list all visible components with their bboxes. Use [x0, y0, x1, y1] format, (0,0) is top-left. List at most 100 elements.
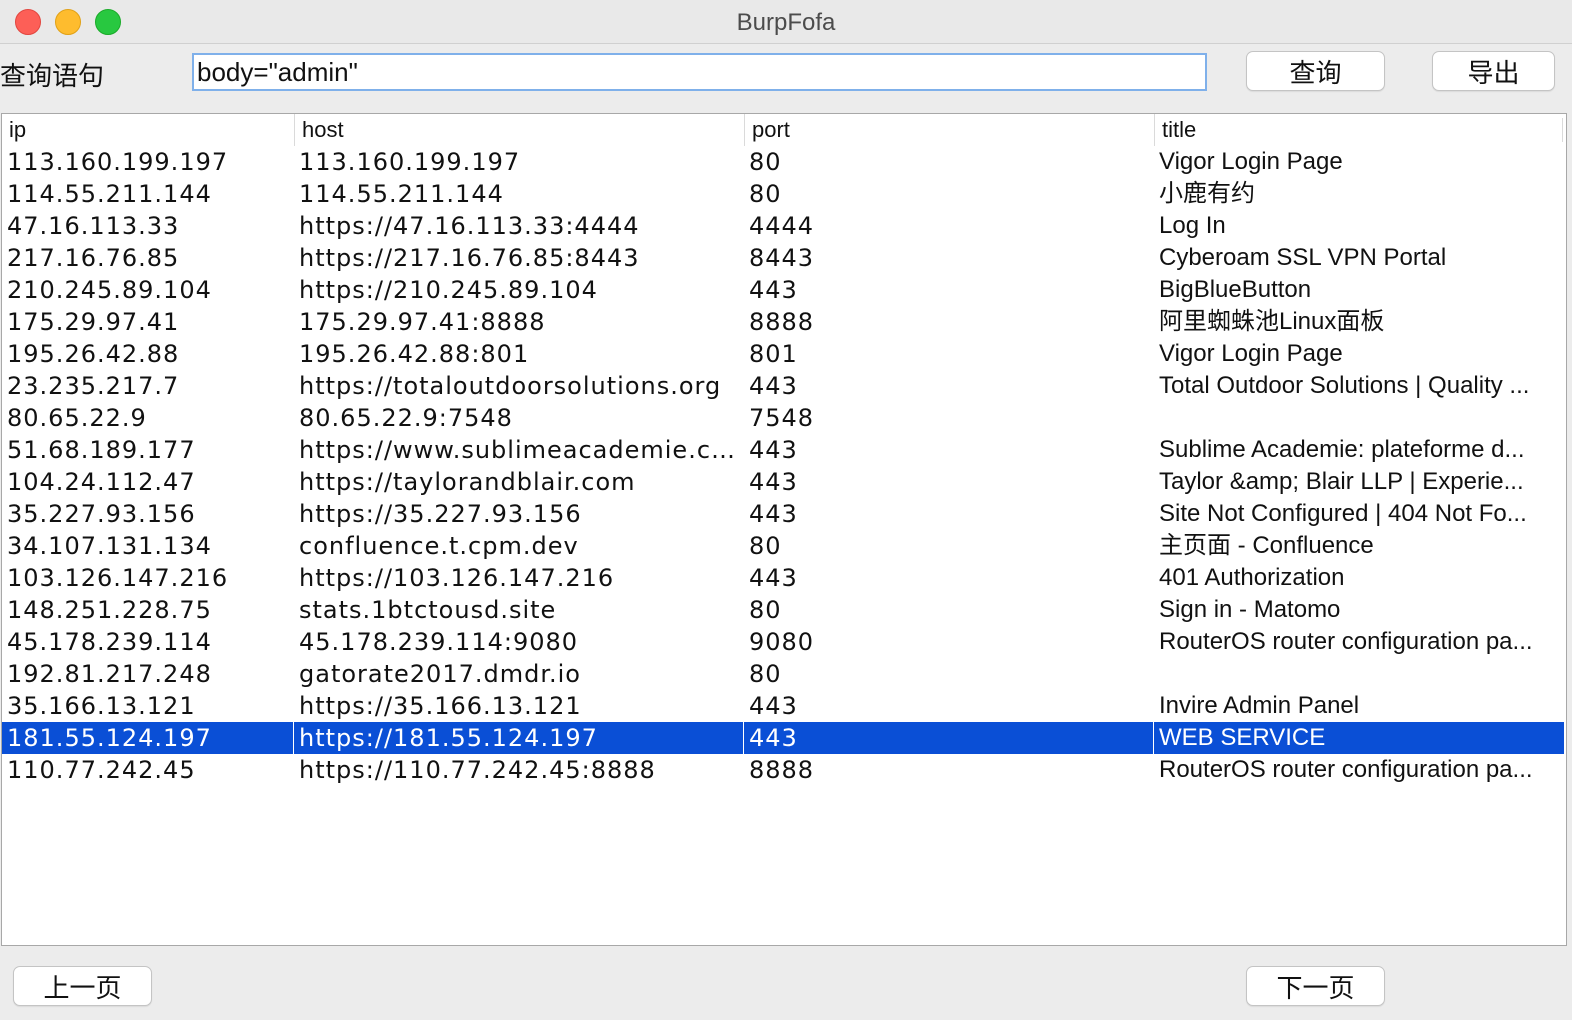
cell-ip: 113.160.199.197 [7, 148, 229, 176]
cell-port: 80 [749, 148, 782, 176]
cell-host: 80.65.22.9:7548 [299, 404, 513, 432]
cell-port: 80 [749, 180, 782, 208]
cell-host: https://217.16.76.85:8443 [299, 244, 640, 272]
table-row[interactable]: 217.16.76.85 https://217.16.76.85:8443 844… [2, 242, 1564, 274]
cell-port: 443 [744, 722, 1154, 754]
table-row[interactable]: 35.227.93.156 https://35.227.93.156 443 Sit… [2, 498, 1564, 530]
cell-title [1154, 658, 1564, 690]
cell-title [1154, 402, 1564, 434]
cell-host: https://103.126.147.216 [299, 564, 615, 592]
query-input[interactable] [192, 53, 1207, 91]
table-row[interactable]: 110.77.242.45 https://110.77.242.45:8888 8… [2, 754, 1564, 786]
cell-host: https://110.77.242.45:8888 [299, 756, 656, 784]
cell-title: 阿里蜘蛛池Linux面板 [1159, 308, 1385, 335]
cell-title: Cyberoam SSL VPN Portal [1159, 244, 1447, 271]
cell-ip: 217.16.76.85 [7, 244, 180, 272]
cell-ip: 80.65.22.9 [7, 404, 147, 432]
window-title: BurpFofa [736, 9, 836, 36]
next-page-button[interactable]: 下一页 [1246, 966, 1385, 1006]
cell-port: 443 [749, 468, 798, 496]
table-row[interactable]: 51.68.189.177 https://www.sublimeacademie… [2, 434, 1564, 466]
cell-port: 801 [749, 340, 798, 368]
table-row[interactable]: 195.26.42.88 195.26.42.88:801 801 Vigor Log… [2, 338, 1564, 370]
cell-ip: 210.245.89.104 [7, 276, 212, 304]
cell-port: 443 [749, 500, 798, 528]
cell-ip: 23.235.217.7 [7, 372, 180, 400]
column-header-ip[interactable]: ip [2, 114, 294, 146]
table-row[interactable]: 47.16.113.33 https://47.16.113.33:4444 444… [2, 210, 1564, 242]
results-table[interactable]: ip host port title 113.160.199.197 113.16… [1, 113, 1567, 946]
cell-host: https://www.sublimeacademie.com [299, 436, 744, 464]
cell-port: 80 [749, 596, 782, 624]
cell-title: 主页面 - Confluence [1159, 532, 1374, 559]
cell-title: Site Not Configured | 404 Not Fo... [1159, 500, 1527, 527]
table-row[interactable]: 114.55.211.144 114.55.211.144 80 小鹿有约 [2, 178, 1564, 210]
cell-host: stats.1btctousd.site [299, 596, 557, 624]
table-row[interactable]: 34.107.131.134 confluence.t.cpm.dev 80 主页面 … [2, 530, 1564, 562]
cell-host: confluence.t.cpm.dev [299, 532, 579, 560]
cell-ip: 148.251.228.75 [7, 596, 212, 624]
table-row[interactable]: 35.166.13.121 https://35.166.13.121 443 Inv… [2, 690, 1564, 722]
header-divider [1562, 118, 1563, 142]
table-row[interactable]: 175.29.97.41 175.29.97.41:8888 8888 阿里蜘蛛池Li… [2, 306, 1564, 338]
column-header-port[interactable]: port [744, 114, 1154, 146]
cell-title: 401 Authorization [1159, 564, 1345, 591]
cell-port: 443 [749, 564, 798, 592]
cell-host: 45.178.239.114:9080 [299, 628, 579, 656]
table-row[interactable]: 181.55.124.197 https://181.55.124.197 443 W… [2, 722, 1564, 754]
cell-title: WEB SERVICE [1159, 724, 1326, 751]
table-row[interactable]: 80.65.22.9 80.65.22.9:7548 7548 [2, 402, 1564, 434]
table-row[interactable]: 210.245.89.104 https://210.245.89.104 443 B… [2, 274, 1564, 306]
export-button[interactable]: 导出 [1432, 51, 1555, 91]
cell-title: RouterOS router configuration pa... [1159, 628, 1533, 655]
cell-host: 175.29.97.41:8888 [299, 308, 546, 336]
cell-title: BigBlueButton [1159, 276, 1312, 303]
cell-title: RouterOS router configuration pa... [1159, 756, 1533, 783]
cell-title: Taylor &amp; Blair LLP | Experie... [1159, 468, 1524, 495]
cell-port: 8888 [749, 308, 815, 336]
cell-host: https://210.245.89.104 [299, 276, 598, 304]
cell-host: https://taylorandblair.com [299, 468, 636, 496]
column-header-title[interactable]: title [1154, 114, 1564, 146]
cell-port: 443 [749, 372, 798, 400]
cell-host: gatorate2017.dmdr.io [299, 660, 581, 688]
cell-ip: 45.178.239.114 [7, 628, 212, 656]
cell-port: 4444 [749, 212, 815, 240]
cell-port: 9080 [749, 628, 815, 656]
table-row[interactable]: 113.160.199.197 113.160.199.197 80 Vigor Lo… [2, 146, 1564, 178]
cell-ip: 51.68.189.177 [7, 436, 196, 464]
cell-ip: 103.126.147.216 [7, 564, 229, 592]
table-row[interactable]: 103.126.147.216 https://103.126.147.216 44… [2, 562, 1564, 594]
table-header: ip host port title [2, 114, 1566, 146]
cell-title: Sign in - Matomo [1159, 596, 1341, 623]
cell-host: https://181.55.124.197 [294, 722, 744, 754]
cell-host: https://47.16.113.33:4444 [299, 212, 640, 240]
previous-page-button[interactable]: 上一页 [13, 966, 152, 1006]
cell-ip: 181.55.124.197 [2, 722, 294, 754]
table-row[interactable]: 192.81.217.248 gatorate2017.dmdr.io 80 [2, 658, 1564, 690]
cell-port: 443 [749, 692, 798, 720]
table-row[interactable]: 148.251.228.75 stats.1btctousd.site 80 Sign… [2, 594, 1564, 626]
cell-ip: 192.81.217.248 [7, 660, 212, 688]
cell-title: Vigor Login Page [1159, 148, 1343, 175]
cell-host: 114.55.211.144 [299, 180, 504, 208]
cell-port: 80 [749, 660, 782, 688]
cell-port: 8888 [749, 756, 815, 784]
cell-title: Sublime Academie: plateforme d... [1159, 436, 1525, 463]
query-label: 查询语句 [0, 62, 105, 92]
table-row[interactable]: 104.24.112.47 https://taylorandblair.com 4… [2, 466, 1564, 498]
table-row[interactable]: 45.178.239.114 45.178.239.114:9080 9080 Rou… [2, 626, 1564, 658]
cell-port: 8443 [749, 244, 815, 272]
query-button[interactable]: 查询 [1246, 51, 1385, 91]
cell-title: Log In [1159, 212, 1226, 239]
cell-ip: 175.29.97.41 [7, 308, 180, 336]
cell-host: 195.26.42.88:801 [299, 340, 530, 368]
cell-port: 7548 [749, 404, 815, 432]
table-row[interactable]: 23.235.217.7 https://totaloutdoorsolution… [2, 370, 1564, 402]
cell-ip: 195.26.42.88 [7, 340, 180, 368]
cell-host: https://35.227.93.156 [299, 500, 582, 528]
title-bar: BurpFofa [0, 0, 1572, 44]
cell-title: Vigor Login Page [1159, 340, 1343, 367]
column-header-host[interactable]: host [294, 114, 744, 146]
cell-port: 443 [749, 436, 798, 464]
